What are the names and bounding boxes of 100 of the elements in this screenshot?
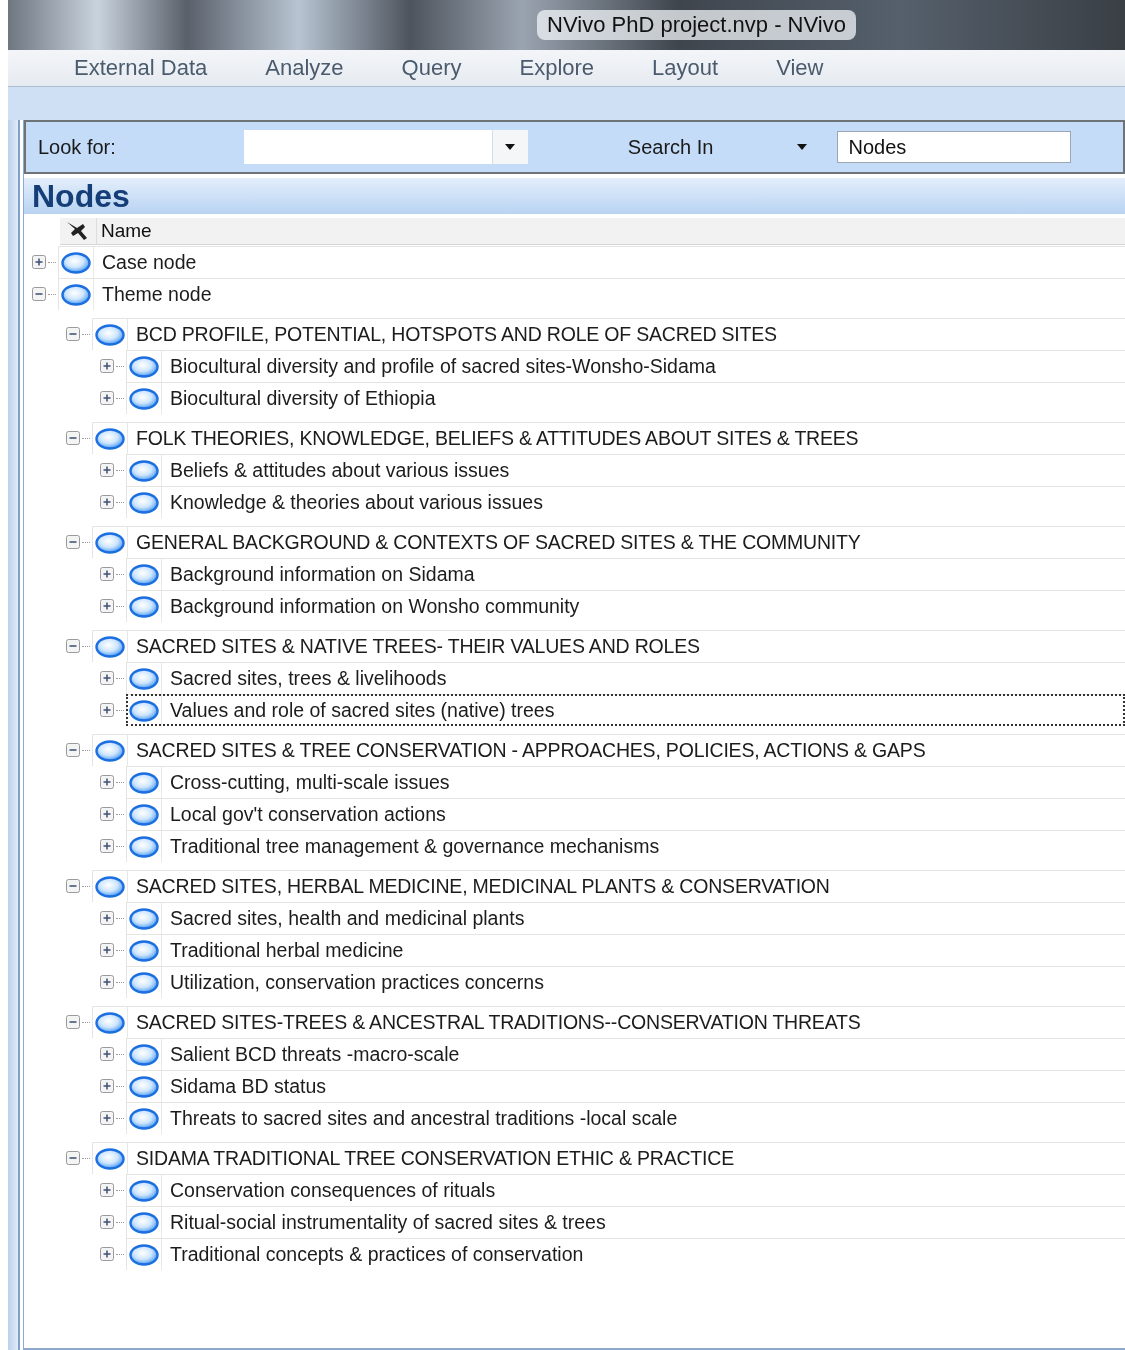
collapse-icon[interactable]	[66, 327, 80, 341]
tree-node[interactable]: Traditional tree management & governance mechanisms	[126, 830, 1125, 862]
expand-icon[interactable]	[100, 391, 114, 405]
tree-node[interactable]: Knowledge & theories about various issues	[126, 486, 1125, 518]
expand-icon[interactable]	[32, 255, 46, 269]
expand-icon[interactable]	[100, 1215, 114, 1229]
tree-node[interactable]: Threats to sacred sites and ancestral traditions -local scale	[126, 1102, 1125, 1134]
tree-node[interactable]: SACRED SITES & TREE CONSERVATION - APPROACHES, POLICIES, ACTIONS & GAPS	[92, 734, 1125, 766]
column-title: Name	[100, 220, 152, 242]
menu-item[interactable]: External Data	[74, 55, 237, 81]
node-icon	[129, 907, 159, 930]
tree-node[interactable]: SACRED SITES, HERBAL MEDICINE, MEDICINAL PLANTS & CONSERVATION	[92, 870, 1125, 902]
collapse-icon[interactable]	[66, 1151, 80, 1165]
tree-node[interactable]: Traditional herbal medicine	[126, 934, 1125, 966]
node-icon	[95, 1147, 125, 1170]
tree-node[interactable]: SACRED SITES & NATIVE TREES- THEIR VALUES AND ROLES	[92, 630, 1125, 662]
tree-node[interactable]: Beliefs & attitudes about various issues	[126, 454, 1125, 486]
expand-icon[interactable]	[100, 359, 114, 373]
node-icon	[95, 739, 125, 762]
menu-item[interactable]: Query	[401, 55, 491, 81]
tree-node[interactable]: FOLK THEORIES, KNOWLEDGE, BELIEFS & ATTITUDES ABOUT SITES & TREES	[92, 422, 1125, 454]
expand-icon[interactable]	[100, 775, 114, 789]
node-icon	[61, 251, 91, 274]
node-icon	[129, 699, 159, 722]
collapse-icon[interactable]	[66, 879, 80, 893]
scope-field[interactable]: Nodes	[837, 131, 1072, 163]
search-in-dropdown[interactable]: Search In	[627, 135, 808, 159]
look-for-label: Look for:	[38, 135, 116, 159]
caret-icon	[505, 144, 516, 150]
node-icon	[129, 491, 159, 514]
collapse-icon[interactable]	[66, 431, 80, 445]
tree-node[interactable]: Case node	[58, 246, 1125, 278]
node-icon	[129, 1211, 159, 1234]
collapse-icon[interactable]	[32, 287, 46, 301]
expand-icon[interactable]	[100, 943, 114, 957]
expand-icon[interactable]	[100, 807, 114, 821]
expand-icon[interactable]	[100, 703, 114, 717]
menu-item[interactable]: View	[776, 55, 853, 81]
tree-node[interactable]: Theme node	[58, 278, 1125, 310]
node-icon	[61, 283, 91, 306]
expand-icon[interactable]	[100, 463, 114, 477]
look-for-field[interactable]	[243, 130, 528, 164]
node-icon	[95, 1011, 125, 1034]
expand-icon[interactable]	[100, 975, 114, 989]
tree-node[interactable]: BCD PROFILE, POTENTIAL, HOTSPOTS AND ROLE OF SACRED SITES	[92, 318, 1125, 350]
tree-node[interactable]: Utilization, conservation practices concerns	[126, 966, 1125, 998]
expand-icon[interactable]	[100, 1079, 114, 1093]
tree-node[interactable]: Local gov't conservation actions	[126, 798, 1125, 830]
expand-icon[interactable]	[100, 599, 114, 613]
collapse-icon[interactable]	[66, 1015, 80, 1029]
node-icon	[129, 771, 159, 794]
collapse-icon[interactable]	[66, 639, 80, 653]
node-icon	[129, 355, 159, 378]
tree-node[interactable]: Background information on Wonsho community	[126, 590, 1125, 622]
tree-node[interactable]: Background information on Sidama	[126, 558, 1125, 590]
node-icon	[129, 595, 159, 618]
tree-node[interactable]: SIDAMA TRADITIONAL TREE CONSERVATION ETHIC & PRACTICE	[92, 1142, 1125, 1174]
node-icon	[95, 635, 125, 658]
node-icon	[129, 667, 159, 690]
menu-item[interactable]: Layout	[652, 55, 748, 81]
collapse-icon[interactable]	[66, 743, 80, 757]
tree-node[interactable]: Conservation consequences of rituals	[126, 1174, 1125, 1206]
tree-node[interactable]: Values and role of sacred sites (native) trees	[126, 694, 1125, 726]
expand-icon[interactable]	[100, 567, 114, 581]
expand-icon[interactable]	[100, 1047, 114, 1061]
column-header[interactable]: Name	[60, 218, 1125, 245]
tree-node[interactable]: Sacred sites, health and medicinal plants	[126, 902, 1125, 934]
tree-node[interactable]: Ritual-social instrumentality of sacred sites & trees	[126, 1206, 1125, 1238]
collapse-icon[interactable]	[66, 535, 80, 549]
expand-icon[interactable]	[100, 911, 114, 925]
expand-icon[interactable]	[100, 495, 114, 509]
node-icon	[129, 803, 159, 826]
expand-icon[interactable]	[100, 1183, 114, 1197]
expand-icon[interactable]	[100, 1111, 114, 1125]
node-icon	[95, 427, 125, 450]
node-icon	[95, 875, 125, 898]
tree-node[interactable]: Biocultural diversity and profile of sacred sites-Wonsho-Sidama	[126, 350, 1125, 382]
tree-node[interactable]: Traditional concepts & practices of conservation	[126, 1238, 1125, 1270]
node-icon	[129, 835, 159, 858]
dropdown-button[interactable]	[491, 130, 528, 164]
expand-icon[interactable]	[100, 1247, 114, 1261]
node-icon	[129, 459, 159, 482]
menu-item[interactable]: Analyze	[265, 55, 373, 81]
expand-icon[interactable]	[100, 671, 114, 685]
tree-node[interactable]: Salient BCD threats -macro-scale	[126, 1038, 1125, 1070]
node-icon	[129, 1179, 159, 1202]
node-icon	[129, 971, 159, 994]
tree-node[interactable]: GENERAL BACKGROUND & CONTEXTS OF SACRED SITES & THE COMMUNITY	[92, 526, 1125, 558]
node-icon	[95, 531, 125, 554]
tree-node[interactable]: Sidama BD status	[126, 1070, 1125, 1102]
expand-icon[interactable]	[100, 839, 114, 853]
tree-node[interactable]: Biocultural diversity of Ethiopia	[126, 382, 1125, 414]
menu-item[interactable]: Explore	[519, 55, 624, 81]
tree-node[interactable]: SACRED SITES-TREES & ANCESTRAL TRADITIONS--CONSERVATION THREATS	[92, 1006, 1125, 1038]
window-title: NVivo PhD project.nvp - NVivo	[537, 10, 856, 40]
node-icon	[129, 1107, 159, 1130]
node-icon	[129, 1243, 159, 1266]
tree-node[interactable]: Cross-cutting, multi-scale issues	[126, 766, 1125, 798]
tree-node[interactable]: Sacred sites, trees & livelihoods	[126, 662, 1125, 694]
node-icon	[129, 1043, 159, 1066]
